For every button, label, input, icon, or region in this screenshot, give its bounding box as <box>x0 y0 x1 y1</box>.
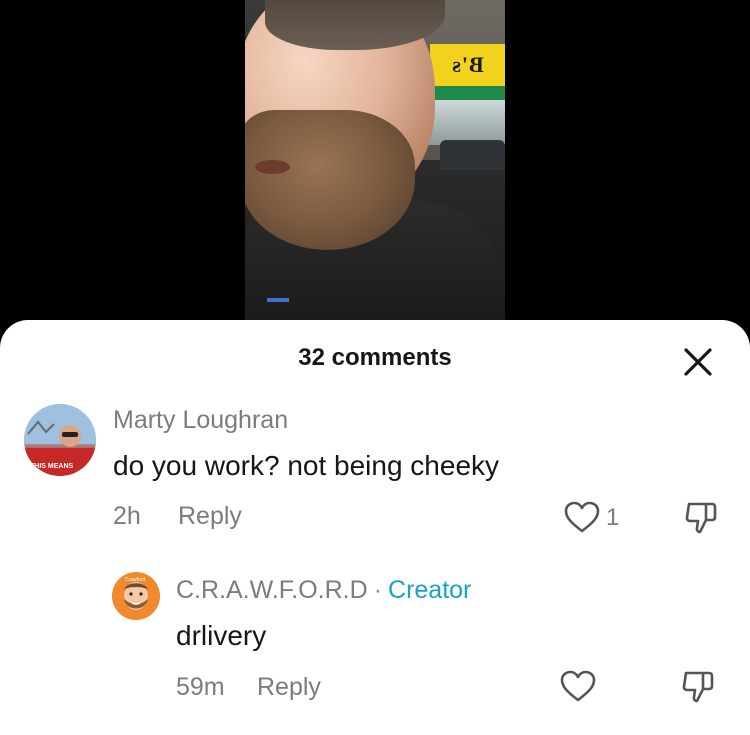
avatar-cartoon: Crawford <box>112 572 160 620</box>
shop-sign: B's MIN <box>430 44 505 119</box>
shop-window <box>427 100 505 145</box>
like-count: 1 <box>606 504 620 531</box>
comment-text: drlivery <box>176 620 267 651</box>
like-button[interactable] <box>559 669 597 703</box>
reply-button[interactable]: Reply <box>257 673 321 702</box>
comments-count-title: 32 comments <box>298 344 452 371</box>
heart-icon <box>564 501 600 533</box>
avatar-photo: THIS MEANS <box>24 404 96 476</box>
shop-awning <box>425 86 505 100</box>
avatar-marty-loughran[interactable]: THIS MEANS <box>24 404 96 476</box>
comment-timestamp: 59m <box>176 673 225 701</box>
heart-icon <box>560 670 596 702</box>
video-frame[interactable]: B's MIN <box>245 0 505 330</box>
comment-author-line: C.R.A.W.F.O.R.D · Creator <box>176 576 471 605</box>
svg-text:THIS MEANS: THIS MEANS <box>30 463 74 470</box>
comments-sheet: 32 comments THIS MEANS Marty Loughran do… <box>0 320 750 735</box>
person-beard <box>245 110 415 250</box>
thumbs-down-icon <box>682 671 714 703</box>
dislike-button[interactable] <box>680 668 716 704</box>
thumbs-down-icon <box>685 502 717 534</box>
video-player[interactable]: B's MIN <box>0 0 750 330</box>
like-button[interactable] <box>563 500 601 534</box>
parked-car <box>440 140 505 170</box>
shirt-logo <box>267 298 289 302</box>
avatar-crawford[interactable]: Crawford <box>112 572 160 620</box>
reply-button[interactable]: Reply <box>178 502 242 531</box>
comment-text: do you work? not being cheeky <box>113 450 500 481</box>
comment-author[interactable]: C.R.A.W.F.O.R.D <box>176 576 368 604</box>
comment-author[interactable]: Marty Loughran <box>113 406 288 435</box>
creator-badge: Creator <box>388 576 472 604</box>
close-icon <box>684 348 712 376</box>
separator-dot: · <box>373 576 383 604</box>
close-button[interactable] <box>680 344 716 380</box>
dislike-button[interactable] <box>683 499 719 535</box>
person-mouth <box>255 160 290 174</box>
comment-timestamp: 2h <box>113 502 141 530</box>
